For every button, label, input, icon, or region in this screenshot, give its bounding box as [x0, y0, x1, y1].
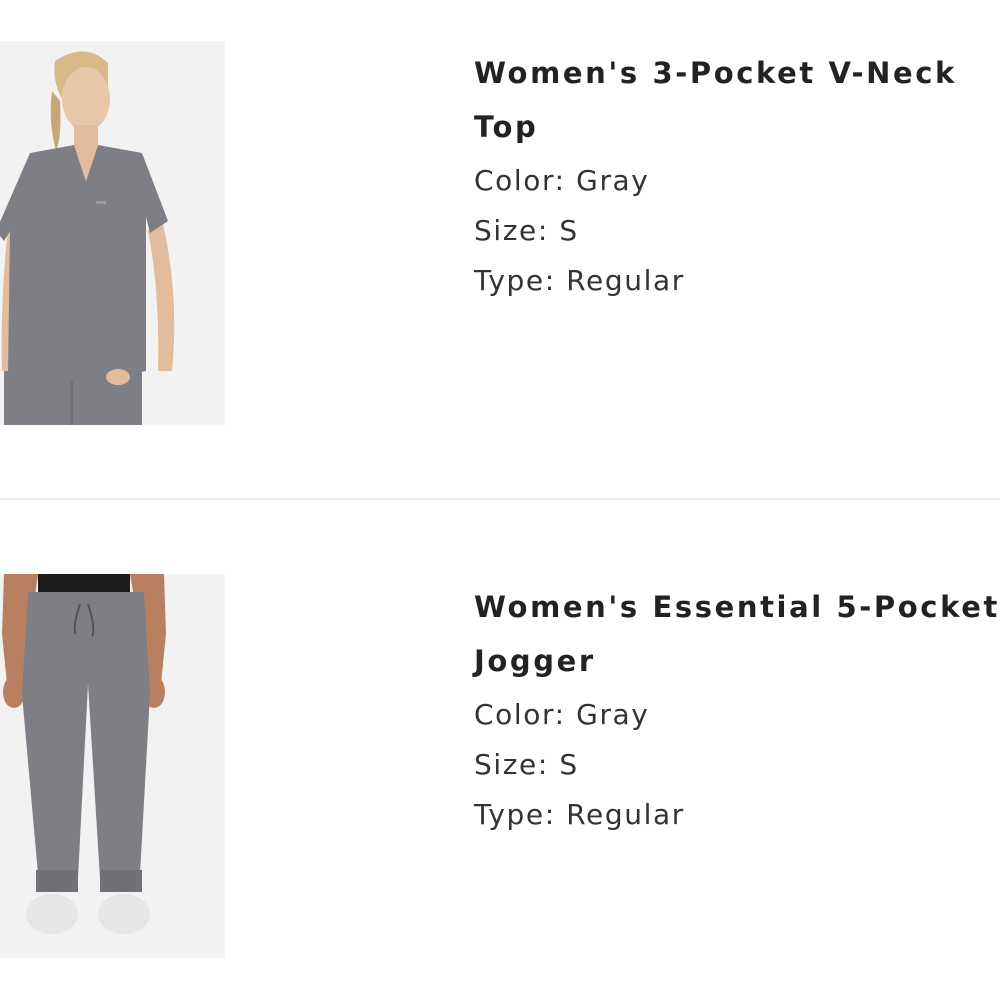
product-title-line1: Women's Essential 5-Pocket: [474, 590, 1000, 624]
product-title-line2: Jogger: [474, 644, 596, 678]
product-color: Color: Gray: [474, 164, 650, 197]
product-title[interactable]: Women's 3-Pocket V-Neck Top: [474, 46, 1000, 154]
product-size: Size: S: [474, 214, 579, 247]
cart-item: Women's Essential 5-Pocket Jogger Color:…: [0, 500, 1000, 1000]
product-type: Type: Regular: [474, 264, 685, 297]
product-photo-icon: [0, 41, 225, 425]
cart-item-list: Women's 3-Pocket V-Neck Top Color: Gray …: [0, 0, 1000, 1000]
product-type: Type: Regular: [474, 798, 685, 831]
cart-item: Women's 3-Pocket V-Neck Top Color: Gray …: [0, 0, 1000, 500]
product-details: Women's Essential 5-Pocket Jogger Color:…: [474, 580, 1000, 840]
product-size: Size: S: [474, 748, 579, 781]
product-image-top[interactable]: [0, 41, 225, 425]
product-details: Women's 3-Pocket V-Neck Top Color: Gray …: [474, 46, 1000, 306]
product-title-line2: Top: [474, 110, 539, 144]
product-attributes: Color: Gray Size: S Type: Regular: [474, 156, 1000, 306]
product-title-line1: Women's 3-Pocket V-Neck: [474, 56, 957, 90]
product-image-jogger[interactable]: [0, 574, 225, 958]
product-color: Color: Gray: [474, 698, 650, 731]
product-photo-icon: [0, 574, 225, 958]
product-attributes: Color: Gray Size: S Type: Regular: [474, 690, 1000, 840]
product-title[interactable]: Women's Essential 5-Pocket Jogger: [474, 580, 1000, 688]
